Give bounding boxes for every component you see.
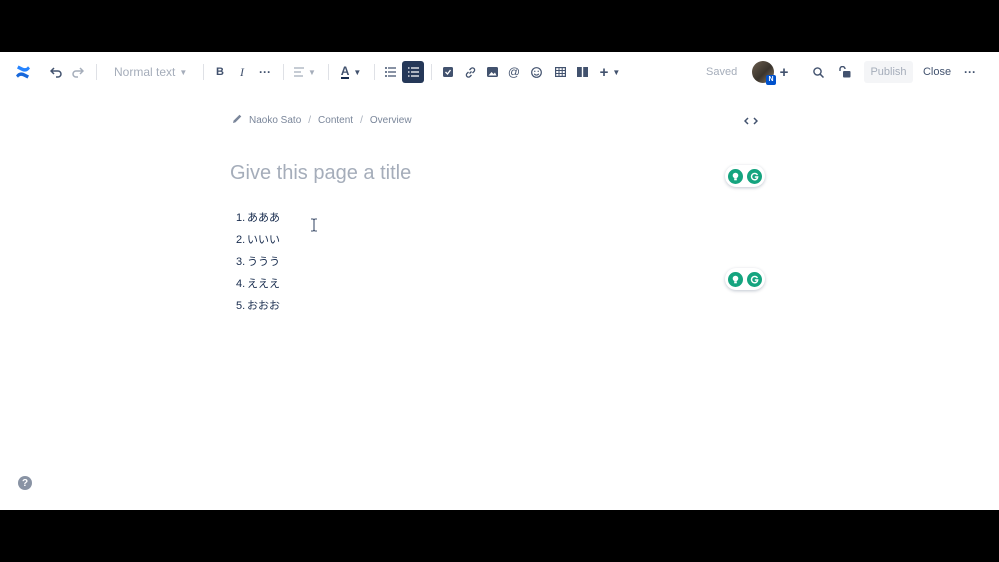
breadcrumb-item-space[interactable]: Naoko Sato: [249, 115, 301, 126]
action-item-icon[interactable]: [440, 64, 456, 80]
text-align-icon[interactable]: ▼: [292, 64, 318, 80]
help-icon[interactable]: ?: [18, 476, 32, 490]
text-cursor-icon: [310, 218, 318, 237]
list-item[interactable]: 2. いいい: [236, 232, 280, 254]
text-style-dropdown[interactable]: Normal text ▼: [110, 63, 191, 81]
chevron-down-icon: ▼: [308, 67, 316, 77]
text-style-label: Normal text: [114, 65, 176, 79]
breadcrumb-item-content[interactable]: Content: [318, 115, 353, 126]
expand-width-icon[interactable]: [742, 113, 760, 129]
mention-icon[interactable]: @: [506, 64, 522, 80]
bullet-list-icon[interactable]: [382, 64, 398, 80]
text-color-icon[interactable]: A ▼: [338, 63, 364, 81]
numbered-list-icon[interactable]: [402, 61, 424, 83]
insert-plus-icon[interactable]: + ▼: [598, 63, 622, 81]
image-icon[interactable]: [484, 64, 500, 80]
toolbar-divider: [96, 64, 97, 80]
toolbar-divider: [283, 64, 284, 80]
more-formatting-icon[interactable]: ···: [256, 64, 274, 80]
publish-button[interactable]: Publish: [864, 61, 913, 83]
link-icon[interactable]: [462, 64, 478, 80]
grammarly-widget[interactable]: [725, 268, 765, 290]
breadcrumb-item-overview[interactable]: Overview: [370, 115, 412, 126]
breadcrumb-separator: /: [308, 114, 312, 126]
chevron-down-icon: ▼: [179, 67, 188, 77]
grammarly-icon[interactable]: [747, 271, 762, 287]
redo-icon[interactable]: [70, 64, 86, 80]
numbered-list[interactable]: 1. あああ 2. いいい 3. ううう 4. えええ 5. おおお: [236, 210, 280, 320]
confluence-logo-icon[interactable]: [14, 63, 32, 81]
toolbar-divider: [431, 64, 432, 80]
grammarly-icon[interactable]: [747, 168, 762, 184]
editor-window: Normal text ▼ B I ··· ▼ A ▼ @ + ▼ Saved …: [0, 52, 999, 510]
restrictions-icon[interactable]: [836, 63, 854, 81]
lightbulb-icon[interactable]: [728, 271, 743, 287]
list-item[interactable]: 1. あああ: [236, 210, 280, 232]
page-title-input[interactable]: Give this page a title: [230, 162, 411, 185]
undo-icon[interactable]: [48, 64, 64, 80]
emoji-icon[interactable]: [528, 64, 544, 80]
editor-toolbar: Normal text ▼ B I ··· ▼ A ▼ @ + ▼ Saved …: [0, 52, 999, 92]
layouts-icon[interactable]: [574, 64, 590, 80]
toolbar-divider: [374, 64, 375, 80]
invite-plus-icon[interactable]: +: [775, 62, 793, 82]
list-item[interactable]: 3. ううう: [236, 254, 280, 276]
chevron-down-icon: ▼: [353, 67, 362, 77]
bold-icon[interactable]: B: [212, 64, 228, 80]
breadcrumb: Naoko Sato / Content / Overview: [233, 114, 412, 126]
close-button[interactable]: Close: [920, 63, 954, 81]
toolbar-divider: [203, 64, 204, 80]
search-icon[interactable]: [810, 64, 826, 80]
list-item[interactable]: 5. おおお: [236, 298, 280, 320]
more-actions-icon[interactable]: ···: [961, 64, 979, 80]
toolbar-divider: [328, 64, 329, 80]
grammarly-widget[interactable]: [725, 165, 765, 187]
italic-icon[interactable]: I: [234, 64, 250, 80]
list-item[interactable]: 4. えええ: [236, 276, 280, 298]
saved-status: Saved: [706, 66, 738, 78]
pencil-icon: [233, 114, 242, 126]
lightbulb-icon[interactable]: [728, 168, 743, 184]
chevron-down-icon: ▼: [612, 67, 621, 77]
table-icon[interactable]: [552, 64, 568, 80]
breadcrumb-separator: /: [360, 114, 363, 126]
